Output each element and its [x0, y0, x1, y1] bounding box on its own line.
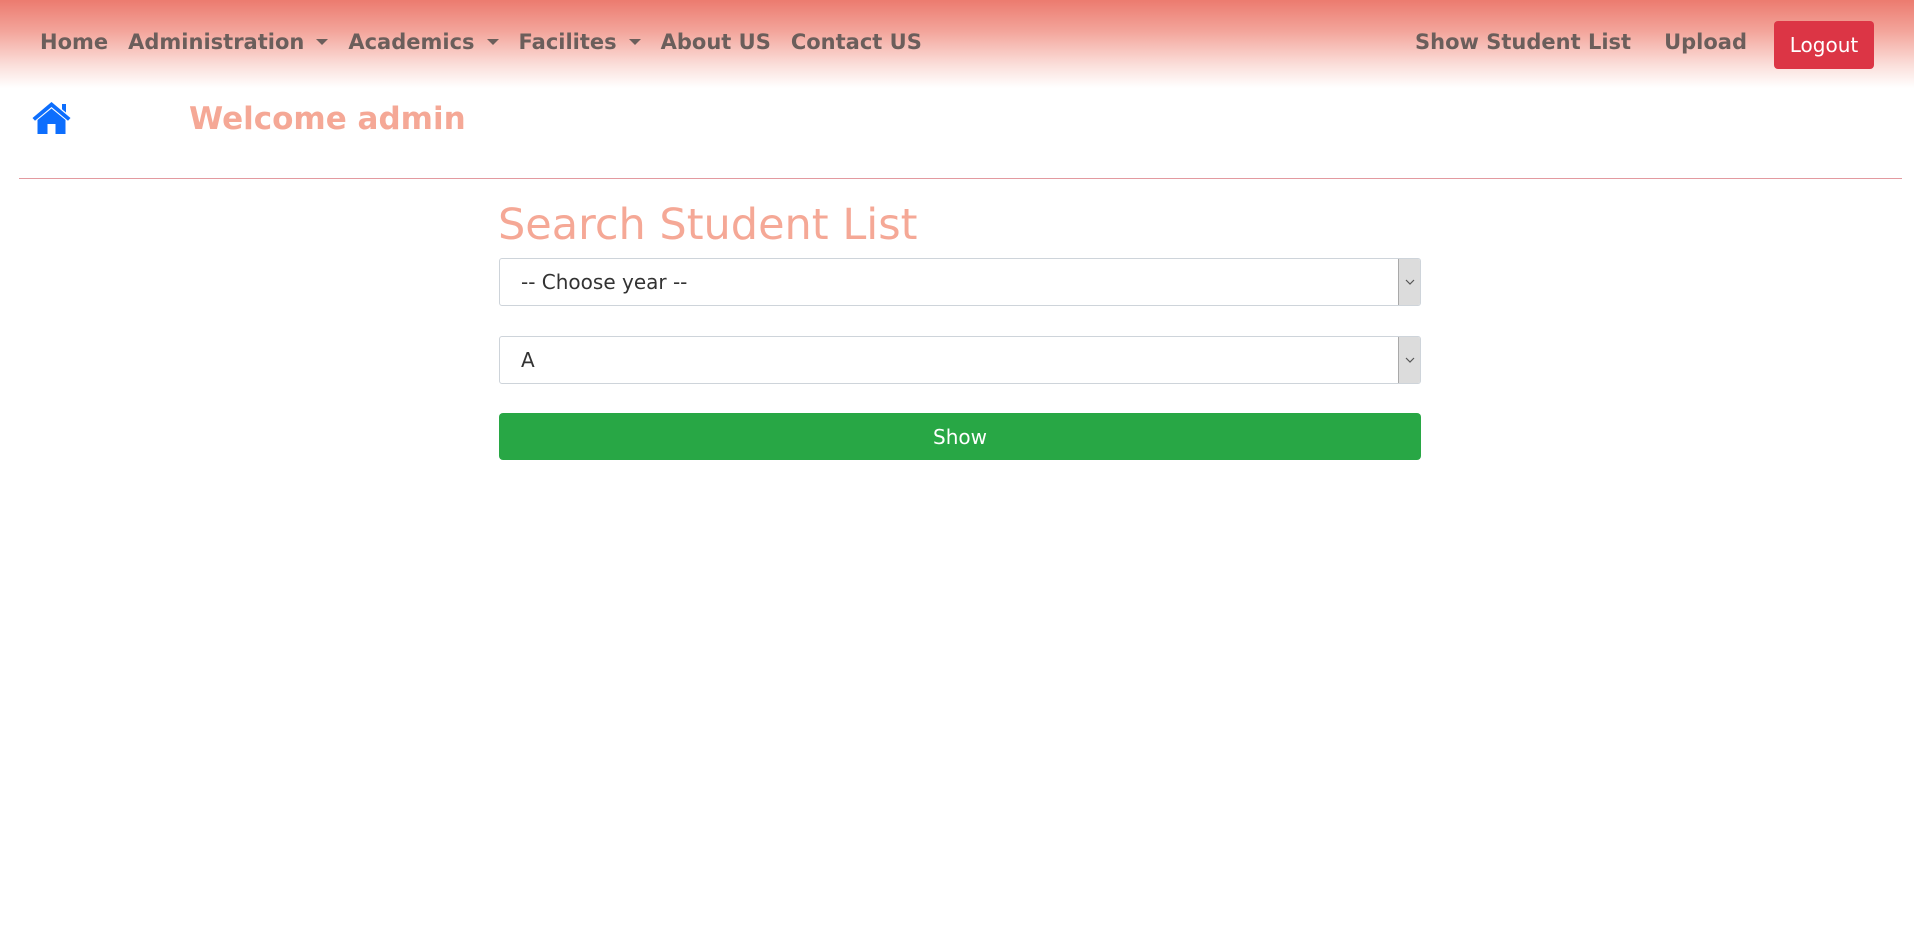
nav-item-contact-us[interactable]: Contact US — [791, 30, 922, 54]
nav-item-academics[interactable]: Academics — [348, 30, 499, 54]
page-title: Search Student List — [498, 200, 918, 250]
home-icon-graphic — [32, 102, 71, 134]
user-nav: Show Student List Upload Logout — [1415, 21, 1874, 69]
header-divider — [19, 178, 1902, 179]
caret-down-icon — [628, 39, 641, 45]
nav-item-label: About US — [660, 30, 771, 54]
home-icon[interactable] — [31, 100, 72, 136]
nav-item-home[interactable]: Home — [40, 30, 108, 54]
nav-item-label: Facilites — [518, 30, 617, 54]
caret-down-icon — [316, 39, 329, 45]
nav-item-label: Administration — [128, 30, 305, 54]
show-student-list-link[interactable]: Show Student List — [1415, 30, 1631, 54]
nav-item-label: Upload — [1664, 30, 1747, 54]
nav-item-label: Home — [40, 30, 109, 54]
nav-item-facilites[interactable]: Facilites — [519, 30, 641, 54]
nav-item-administration[interactable]: Administration — [128, 30, 329, 54]
nav-item-label: Contact US — [790, 30, 922, 54]
main-nav: Home Administration Academics Facilites … — [40, 30, 942, 54]
section-select-value: A — [521, 348, 535, 372]
show-button[interactable]: Show — [499, 413, 1421, 460]
top-navbar: Home Administration Academics Facilites … — [0, 0, 1914, 88]
upload-link[interactable]: Upload — [1664, 30, 1747, 54]
welcome-message: Welcome admin — [189, 101, 466, 137]
chevron-down-icon — [1398, 337, 1420, 383]
section-select[interactable]: A — [499, 336, 1421, 384]
logout-button[interactable]: Logout — [1774, 21, 1874, 69]
year-select-value: -- Choose year -- — [521, 270, 688, 294]
year-select[interactable]: -- Choose year -- — [499, 258, 1421, 306]
caret-down-icon — [486, 39, 499, 45]
nav-item-about-us[interactable]: About US — [661, 30, 771, 54]
nav-item-label: Academics — [348, 30, 475, 54]
nav-item-label: Show Student List — [1415, 30, 1632, 54]
chevron-down-icon — [1398, 259, 1420, 305]
